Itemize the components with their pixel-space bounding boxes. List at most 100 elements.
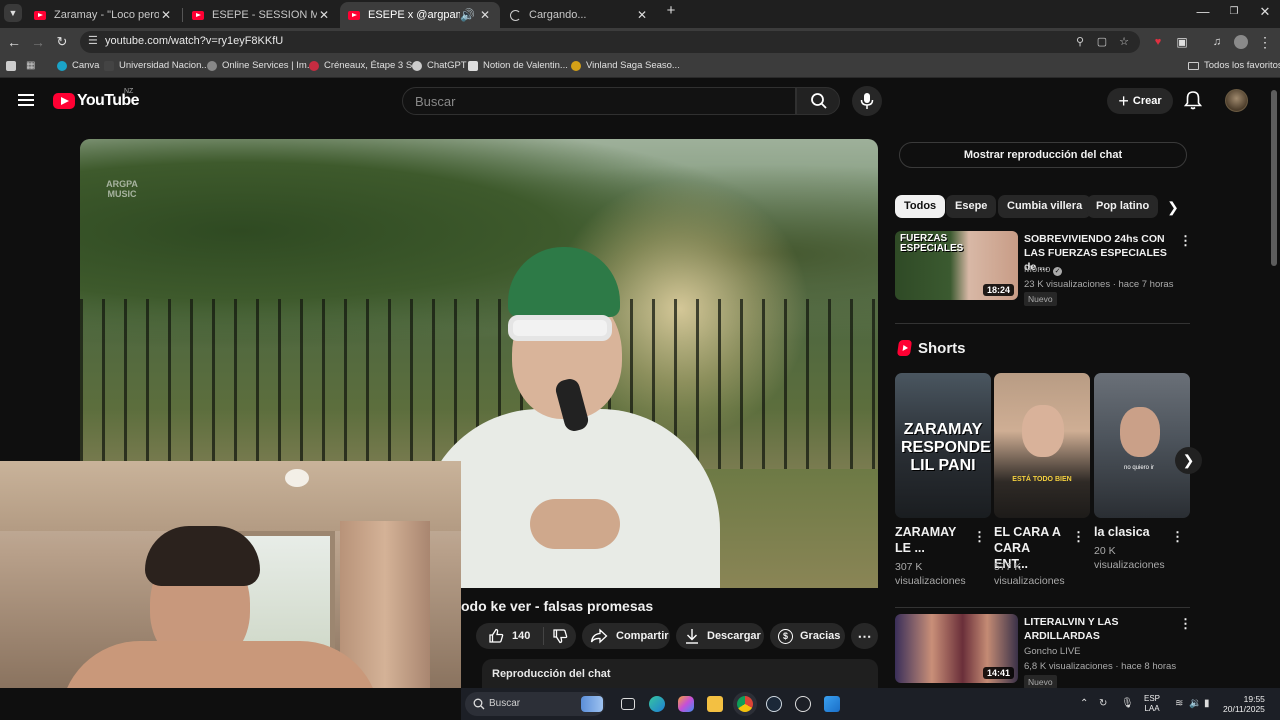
bookmark-canva[interactable]: Canva — [57, 60, 99, 71]
chip-cumbia-villera[interactable]: Cumbia villera — [998, 195, 1092, 218]
page-scrollbar[interactable] — [1271, 90, 1277, 266]
profile-icon[interactable] — [1231, 33, 1251, 51]
more-options-icon[interactable]: ⋮ — [1072, 530, 1085, 544]
search-button[interactable] — [796, 87, 840, 115]
address-bar[interactable]: ☰ youtube.com/watch?v=ry1eyF8KKfU ⚲ ▢ ☆ — [80, 31, 1140, 53]
chip-esepe[interactable]: Esepe — [946, 195, 997, 218]
menu-icon[interactable] — [18, 94, 34, 106]
recommendation-thumbnail[interactable]: 14:41 — [895, 614, 1018, 683]
dislike-button[interactable] — [544, 628, 568, 644]
short-title[interactable]: la clasica — [1094, 524, 1166, 540]
system-clock[interactable]: 19:55 20/11/2025 — [1223, 694, 1265, 714]
browser-tab-3-active[interactable]: ESEPE x @argpamusic Sess 🔊 ✕ — [340, 2, 500, 28]
restore-button[interactable]: ❐ — [1219, 6, 1249, 17]
shorts-next-button[interactable]: ❯ — [1175, 447, 1202, 474]
browser-menu-icon[interactable]: ⋮ — [1255, 33, 1275, 51]
create-button[interactable]: + Crear — [1107, 88, 1173, 114]
short-thumbnail[interactable]: no quiero ir — [1094, 373, 1190, 518]
file-explorer-icon[interactable] — [707, 696, 723, 712]
tab-search-button[interactable]: ▼ — [4, 4, 22, 22]
recommendation-thumbnail[interactable]: FUERZAS ESPECIALES 18:24 — [895, 231, 1018, 300]
tab-close-icon[interactable]: ✕ — [317, 8, 331, 22]
bookmark-vinland[interactable]: Vinland Saga Seaso... — [571, 60, 680, 71]
site-info-icon[interactable]: ☰ — [88, 34, 98, 47]
thanks-button[interactable]: $ Gracias — [770, 623, 845, 649]
chip-todos[interactable]: Todos — [895, 195, 946, 218]
steam-icon[interactable] — [766, 696, 782, 712]
youtube-logo-icon[interactable] — [53, 93, 75, 109]
tab-close-icon[interactable]: ✕ — [159, 8, 173, 22]
search-input[interactable]: Buscar — [402, 87, 796, 115]
browser-tab-2[interactable]: ESEPE - SESSION MIX VOL.1 - L ✕ — [184, 2, 339, 28]
tab-close-icon[interactable]: ✕ — [635, 8, 649, 22]
volume-icon[interactable]: 🔉 — [1189, 698, 1201, 709]
more-options-icon[interactable]: ⋮ — [1171, 530, 1184, 544]
folder-icon — [1188, 61, 1199, 70]
thumbs-down-icon — [553, 629, 568, 644]
taskbar-search[interactable]: Buscar — [465, 692, 605, 716]
bookmark-online-services[interactable]: Online Services | Im... — [207, 60, 315, 71]
channel-name[interactable]: Momo ✓ — [1024, 264, 1063, 276]
chip-pop-latino[interactable]: Pop latino — [1087, 195, 1159, 218]
user-avatar[interactable] — [1225, 89, 1248, 112]
university-icon — [104, 60, 114, 71]
share-icon — [590, 628, 608, 644]
all-favorites-folder[interactable]: Todos los favoritos — [1188, 60, 1280, 71]
short-thumbnail[interactable]: ESTÁ TODO BIEN — [994, 373, 1090, 518]
performer-sunglasses — [508, 315, 612, 341]
recommendation-meta: 23 K visualizaciones · hace 7 horas — [1024, 279, 1174, 290]
chrome-icon[interactable] — [737, 696, 753, 712]
apps-icon[interactable] — [6, 61, 16, 71]
short-thumbnail[interactable]: ZARAMAY RESPONDE LIL PANI — [895, 373, 991, 518]
bookmark-notion[interactable]: Notion de Valentin... — [468, 60, 568, 71]
bookmark-star-icon[interactable]: ☆ — [1116, 35, 1132, 48]
chevron-right-icon[interactable]: ❯ — [1163, 196, 1183, 218]
browser-tab-1[interactable]: Zaramay - "Loco pero no tanto" ✕ — [26, 2, 181, 28]
more-options-icon[interactable]: ⋮ — [1179, 234, 1192, 248]
short-title[interactable]: ZARAMAY LE ... — [895, 524, 967, 556]
like-button[interactable]: 140 — [476, 627, 544, 645]
zoom-icon[interactable]: ⚲ — [1072, 35, 1088, 48]
install-app-icon[interactable]: ▢ — [1094, 35, 1110, 48]
bookmark-creneaux[interactable]: Créneaux, Étape 3 S... — [309, 60, 420, 71]
extensions-puzzle-icon[interactable]: ▣ — [1172, 33, 1192, 51]
tab-close-icon[interactable]: ✕ — [478, 8, 492, 22]
more-actions-button[interactable]: ⋯ — [851, 623, 878, 649]
grid-icon[interactable]: ▦ — [26, 60, 35, 71]
channel-name[interactable]: Goncho LIVE — [1024, 646, 1081, 657]
wifi-icon[interactable]: ≋ — [1175, 698, 1183, 709]
microphone-tray-icon[interactable]: 🎙 — [1121, 698, 1134, 709]
more-options-icon[interactable]: ⋮ — [1179, 617, 1192, 631]
notifications-bell-icon[interactable] — [1184, 90, 1202, 110]
task-view-icon[interactable] — [621, 698, 635, 710]
battery-icon[interactable]: ▮ — [1204, 698, 1210, 709]
minimize-button[interactable]: — — [1188, 4, 1218, 19]
recommendation-title[interactable]: LITERALVIN Y LAS ARDILLARDAS — [1024, 615, 1176, 643]
copilot-icon[interactable] — [678, 696, 694, 712]
new-tab-button[interactable]: + — [656, 2, 686, 19]
close-window-button[interactable]: ✕ — [1250, 4, 1280, 20]
download-button[interactable]: Descargar — [676, 623, 764, 649]
app-icon[interactable] — [795, 696, 811, 712]
photos-icon[interactable] — [824, 696, 840, 712]
short-views: 307 K visualizaciones — [895, 561, 966, 587]
back-button[interactable]: ← — [4, 33, 24, 51]
more-options-icon[interactable]: ⋮ — [973, 530, 986, 544]
input-language[interactable]: ESP LAA — [1144, 694, 1160, 714]
edge-icon[interactable] — [649, 696, 665, 712]
browser-tab-4[interactable]: Cargando... ✕ — [502, 2, 657, 28]
reload-button[interactable]: ↻ — [52, 33, 72, 51]
bookmark-chatgpt[interactable]: ChatGPT — [412, 60, 467, 71]
share-label: Compartir — [616, 630, 669, 642]
share-button[interactable]: Compartir — [582, 623, 670, 649]
show-chat-replay-button[interactable]: Mostrar reproducción del chat — [899, 142, 1187, 168]
sync-icon[interactable]: ↻ — [1099, 698, 1107, 709]
bookmark-universidad[interactable]: Universidad Nacion... — [104, 60, 209, 71]
forward-button[interactable]: → — [28, 33, 48, 51]
tray-chevron-icon[interactable]: ⌃ — [1080, 698, 1088, 709]
chat-replay-panel[interactable]: Reproducción del chat — [482, 659, 878, 688]
tab-audio-icon[interactable]: 🔊 — [460, 8, 475, 22]
media-control-icon[interactable]: ♫ — [1207, 33, 1227, 51]
extension-icon[interactable]: ♥ — [1148, 33, 1168, 51]
voice-search-button[interactable] — [852, 86, 882, 116]
